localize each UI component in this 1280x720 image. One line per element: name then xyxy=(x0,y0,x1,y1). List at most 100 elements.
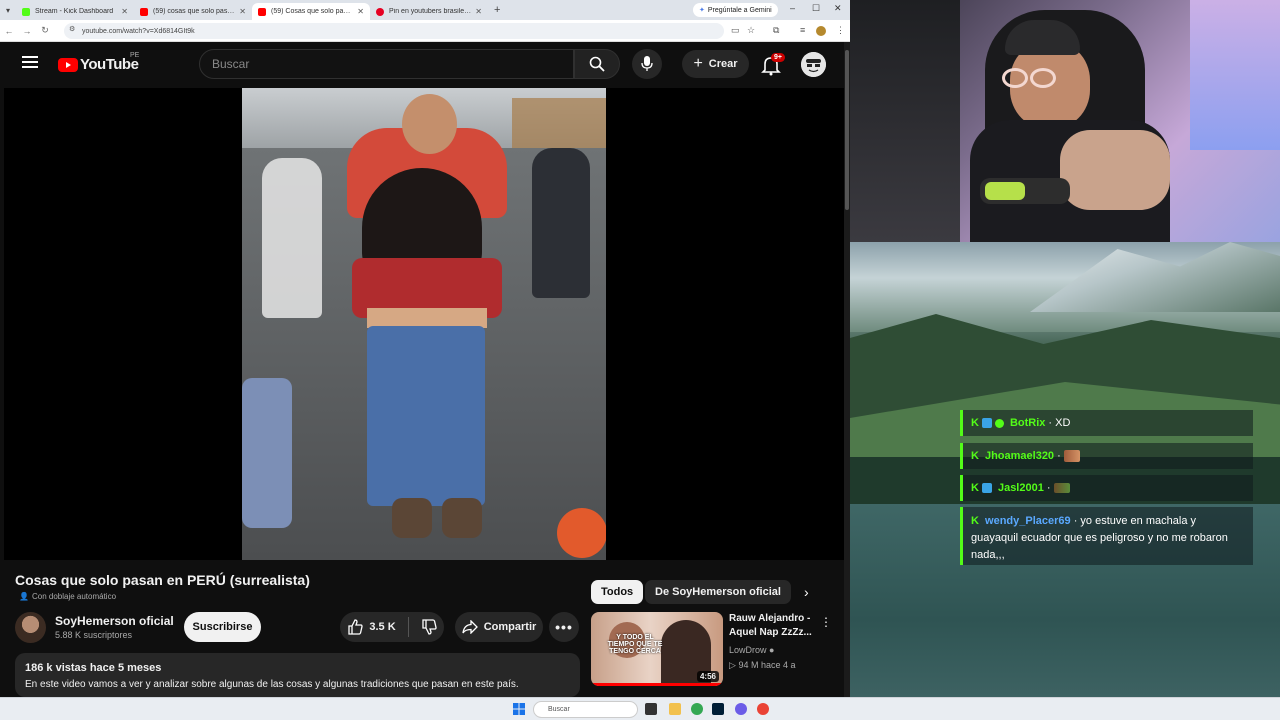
more-actions-button[interactable]: ••• xyxy=(549,612,579,642)
downloads-icon[interactable]: ≡ xyxy=(800,25,805,35)
chat-username: wendy_Placer69 xyxy=(985,515,1071,527)
search-placeholder: Buscar xyxy=(212,57,250,71)
youtube-logo[interactable]: YouTube PE xyxy=(58,52,139,73)
recommendation-thumbnail[interactable]: Y TODO EL TIEMPO QUE TE TENGO CERCA 4:56 xyxy=(591,612,723,686)
menu-icon[interactable] xyxy=(22,56,38,68)
photoshop-icon[interactable] xyxy=(712,703,724,715)
voice-search-button[interactable] xyxy=(632,49,662,79)
minimize-icon[interactable]: – xyxy=(790,3,795,13)
dub-text: Con doblaje automático xyxy=(31,592,117,601)
youtube-play-icon xyxy=(58,57,78,72)
recommendation-menu-icon[interactable]: ⋮ xyxy=(820,615,832,629)
obs-icon[interactable] xyxy=(757,703,769,715)
close-tab-icon[interactable]: ✕ xyxy=(475,7,482,16)
tab-search-icon[interactable]: ▾ xyxy=(0,6,16,15)
create-label: Crear xyxy=(708,58,738,70)
windows-start-icon[interactable] xyxy=(513,703,525,715)
verified-badge-icon xyxy=(994,418,1004,428)
recommendation-channel-name: LowDrow xyxy=(729,645,767,655)
discord-icon[interactable] xyxy=(735,703,747,715)
back-icon[interactable]: ← xyxy=(0,26,18,36)
music-icon: ▷ xyxy=(729,660,736,670)
description-text: En este video vamos a ver y analizar sob… xyxy=(25,679,519,690)
video-duration: 4:56 xyxy=(696,671,719,682)
chrome-icon[interactable] xyxy=(691,703,703,715)
like-count: 3.5 K xyxy=(369,621,396,633)
youtube-favicon-icon xyxy=(140,7,148,16)
close-window-icon[interactable]: ✕ xyxy=(834,3,842,14)
like-button[interactable]: 3.5 K xyxy=(347,619,396,635)
more-dots-icon: ••• xyxy=(555,619,573,635)
search-button[interactable] xyxy=(574,49,620,79)
recommendation-title[interactable]: Rauw Alejandro - Aquel Nap ZzZz... xyxy=(729,612,817,640)
tab-label: Pin en youtubers brasileiros xyxy=(389,8,472,15)
url-text: youtube.com/watch?v=Xd6814GIt9k xyxy=(82,27,195,35)
moderator-badge-icon xyxy=(981,483,992,493)
account-avatar[interactable] xyxy=(801,52,826,77)
cast-icon[interactable]: ▭ xyxy=(731,25,740,36)
create-button[interactable]: + Crear xyxy=(682,50,749,78)
url-field[interactable]: youtube.com/watch?v=Xd6814GIt9k xyxy=(64,23,724,39)
youtube-header: YouTube PE Buscar + Crear 9+ xyxy=(0,42,846,88)
thumbs-up-icon xyxy=(348,619,363,635)
taskbar-search[interactable]: Buscar xyxy=(533,701,638,718)
description-box[interactable]: 186 k vistas hace 5 meses En este video … xyxy=(15,653,580,697)
kick-icon: K xyxy=(971,482,979,494)
tab-youtube-1[interactable]: (59) cosas que solo pasan en p ✕ xyxy=(134,3,252,20)
browser-menu-icon[interactable]: ⋮ xyxy=(836,25,845,36)
auto-dub-label: 👤 Con doblaje automático xyxy=(19,592,116,601)
gemini-button[interactable]: ✦ Pregúntale a Gemini xyxy=(693,3,778,17)
recommendation-stats: 94 M hace 4 a xyxy=(738,660,796,670)
close-tab-icon[interactable]: ✕ xyxy=(121,7,128,16)
thumbs-down-icon[interactable] xyxy=(421,619,437,635)
browser-window: ▾ Stream - Kick Dashboard ✕ (59) cosas q… xyxy=(0,0,850,697)
tab-kick-dashboard[interactable]: Stream - Kick Dashboard ✕ xyxy=(16,3,134,20)
chat-emote xyxy=(1063,450,1080,462)
like-divider xyxy=(407,617,409,637)
verified-icon: ● xyxy=(769,645,775,655)
share-icon xyxy=(462,620,478,634)
share-button[interactable]: Compartir xyxy=(455,612,543,642)
scrollbar-thumb[interactable] xyxy=(845,50,849,210)
chat-username: Jhoamael320 xyxy=(984,450,1055,462)
chip-channel[interactable]: De SoyHemerson oficial xyxy=(645,580,791,604)
maximize-icon[interactable]: ☐ xyxy=(812,3,820,14)
reload-icon[interactable]: ↻ xyxy=(36,25,54,36)
profile-avatar[interactable] xyxy=(816,26,826,36)
tab-label: (59) cosas que solo pasan en p xyxy=(153,8,236,15)
channel-avatar[interactable] xyxy=(15,612,46,643)
extensions-icon[interactable]: ⧉ xyxy=(773,25,779,36)
like-dislike-group: 3.5 K xyxy=(340,612,444,642)
search-input[interactable]: Buscar xyxy=(199,49,574,79)
close-tab-icon[interactable]: ✕ xyxy=(357,7,364,16)
chat-text: · xyxy=(1057,450,1061,462)
chat-emote xyxy=(1053,483,1070,493)
new-tab-icon[interactable]: + xyxy=(494,4,500,16)
tab-youtube-active[interactable]: (59) Cosas que solo pasan ✕ xyxy=(252,3,370,20)
country-code: PE xyxy=(130,52,140,59)
forward-icon[interactable]: → xyxy=(18,26,36,36)
task-view-icon[interactable] xyxy=(645,703,657,715)
channel-name[interactable]: SoyHemerson oficial xyxy=(55,614,174,628)
site-info-icon[interactable]: ⚙ xyxy=(69,25,75,33)
tab-pinterest[interactable]: Pin en youtubers brasileiros ✕ xyxy=(370,3,488,20)
bookmark-star-icon[interactable]: ☆ xyxy=(747,25,755,36)
subscribe-button[interactable]: Suscribirse xyxy=(184,612,261,642)
chevron-right-icon[interactable]: › xyxy=(804,584,809,600)
chat-text: · xyxy=(1046,482,1051,494)
background-landscape xyxy=(850,242,1280,697)
notification-badge: 9+ xyxy=(771,53,785,62)
recommendation-channel[interactable]: LowDrow ● xyxy=(729,645,774,655)
pinterest-favicon-icon xyxy=(376,7,384,16)
tab-bar: ▾ Stream - Kick Dashboard ✕ (59) cosas q… xyxy=(0,0,850,20)
close-tab-icon[interactable]: ✕ xyxy=(239,7,246,16)
gemini-icon: ✦ xyxy=(699,7,705,14)
video-frame xyxy=(242,88,606,560)
chat-message: K Jhoamael320 · xyxy=(960,443,1253,469)
moderator-badge-icon xyxy=(981,418,992,428)
video-player[interactable] xyxy=(4,88,844,560)
file-explorer-icon[interactable] xyxy=(669,703,681,715)
chat-username: BotRix xyxy=(1009,417,1046,429)
plus-icon: + xyxy=(693,55,703,72)
chip-all[interactable]: Todos xyxy=(591,580,644,604)
